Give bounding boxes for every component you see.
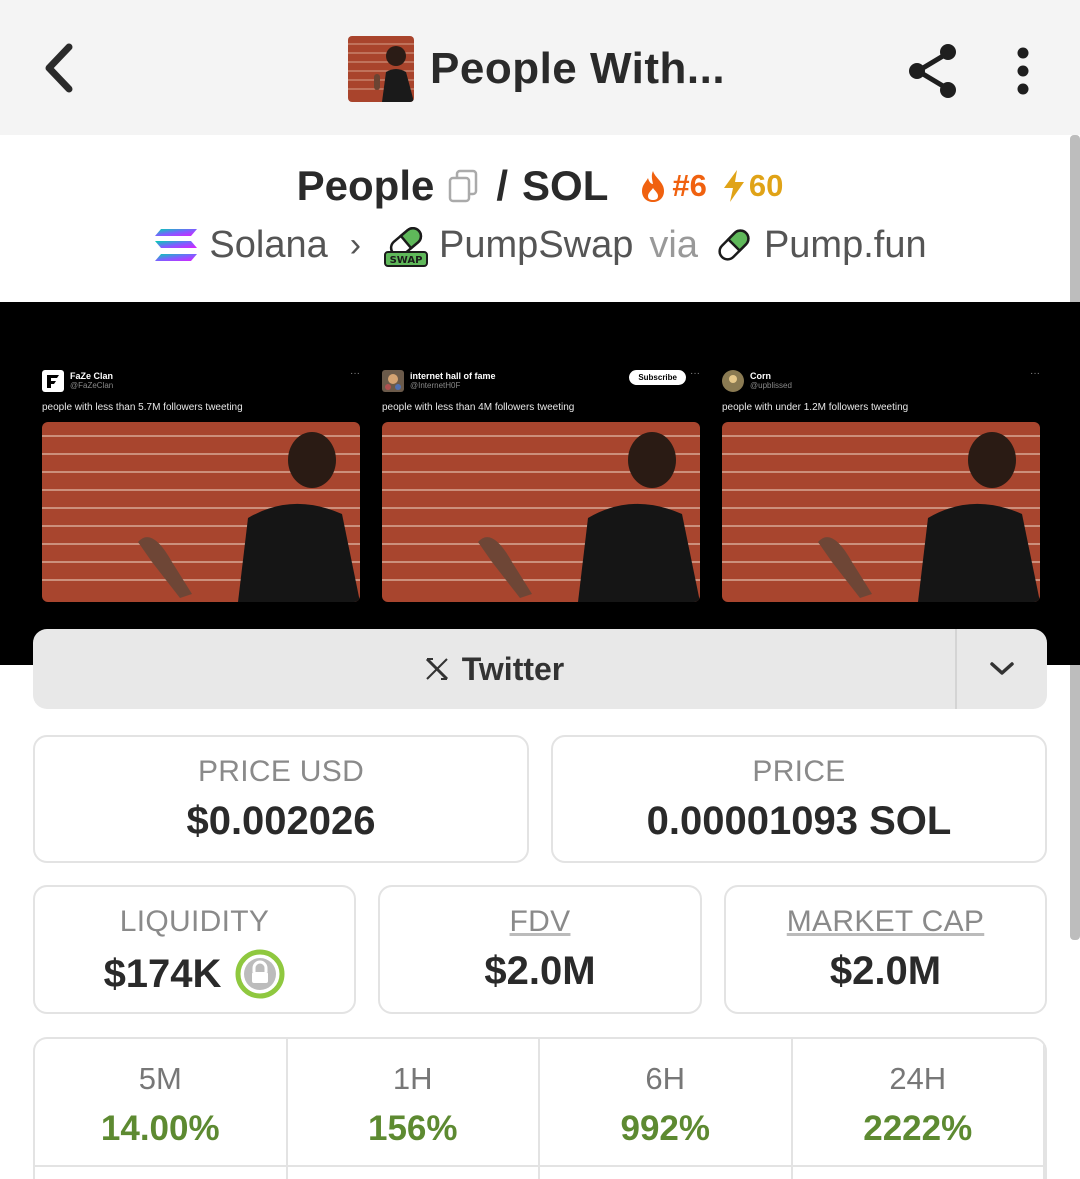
back-button[interactable]: [28, 38, 88, 98]
token-avatar: [348, 36, 414, 102]
price-usd-value: $0.002026: [186, 799, 376, 843]
price-change-value: 2222%: [863, 1109, 973, 1148]
fdv-value: $2.0M: [484, 949, 596, 993]
swap-badge-text: SWAP: [390, 255, 423, 266]
price-change-value: 156%: [367, 1109, 458, 1148]
tweet-handle: @InternetH0F: [410, 381, 461, 390]
divider: [35, 1165, 1045, 1167]
flame-icon: [642, 171, 665, 202]
share-icon: [909, 44, 956, 98]
pill-icon: [718, 229, 750, 261]
lightning-icon: [723, 170, 744, 202]
more-options-button[interactable]: [1000, 40, 1046, 102]
market-cap-card[interactable]: MARKET CAP $2.0M: [724, 885, 1047, 1014]
market-cap-value: $2.0M: [829, 949, 942, 993]
timeframe-label: 1H: [392, 1061, 433, 1096]
more-horizontal-icon: ···: [690, 368, 700, 379]
twitter-link-button[interactable]: Twitter: [33, 629, 955, 709]
tweet-handle: @upblissed: [750, 381, 792, 390]
dex-link[interactable]: PumpSwap: [439, 224, 633, 267]
tweet-card: internet hall of fame @InternetH0F Subsc…: [382, 368, 700, 602]
top-bar: People With...: [0, 0, 1080, 135]
tweet-text: people with less than 5.7M followers twe…: [42, 402, 243, 413]
tweet-card: Corn @upblissed ··· people with under 1.…: [722, 368, 1040, 602]
tweet-photo: [722, 422, 1040, 602]
tweet-text: people with less than 4M followers tweet…: [382, 402, 575, 413]
fdv-card[interactable]: FDV $2.0M: [378, 885, 702, 1014]
trending-rank: #6: [672, 168, 707, 203]
tweet-author: internet hall of fame: [410, 371, 496, 381]
quote-token-symbol: SOL: [522, 162, 609, 209]
pair-header: People / SOL #6 60: [0, 158, 1080, 214]
base-token-symbol: People: [296, 162, 435, 209]
price-native-value: 0.00001093 SOL: [646, 799, 952, 843]
price-label: PRICE: [752, 755, 846, 788]
liquidity-value-row: $174K: [35, 949, 354, 999]
liquidity-label: LIQUIDITY: [119, 905, 270, 938]
tweet-photo: [382, 422, 700, 602]
via-label: via: [649, 223, 698, 266]
price-native-card: PRICE 0.00001093 SOL: [551, 735, 1047, 863]
boost-badge[interactable]: 60: [721, 168, 783, 204]
price-change-value: 992%: [620, 1109, 711, 1148]
solana-logo-icon: [155, 229, 198, 261]
lock-icon[interactable]: [235, 949, 285, 999]
tab-5m[interactable]: 5M 14.00%: [35, 1039, 288, 1179]
market-cap-label: MARKET CAP: [786, 905, 985, 938]
price-usd-label: PRICE USD: [197, 755, 365, 788]
faze-logo-icon: [42, 370, 64, 392]
avatar-icon: [382, 370, 404, 392]
subscribe-button: Subscribe: [629, 370, 686, 385]
chain-breadcrumb: Solana › SWAP PumpSwap via Pump.fun: [0, 218, 1080, 272]
pumpswap-logo-icon: SWAP: [384, 226, 429, 267]
chevron-left-icon: [45, 43, 73, 93]
token-banner-image: FaZe Clan @FaZeClan ··· people with less…: [0, 302, 1080, 665]
avatar-icon: [722, 370, 744, 392]
copy-icon[interactable]: [448, 168, 482, 204]
launchpad-link[interactable]: Pump.fun: [764, 224, 927, 267]
price-change-value: 14.00%: [100, 1109, 220, 1148]
chevron-right-icon: ›: [349, 225, 362, 264]
share-button[interactable]: [902, 40, 964, 102]
timeframe-label: 5M: [138, 1061, 182, 1096]
tweet-photo: [42, 422, 360, 602]
chain-link[interactable]: Solana: [209, 224, 327, 267]
timeframe-label: 6H: [645, 1061, 686, 1096]
tweet-author: FaZe Clan: [70, 371, 114, 381]
liquidity-card: LIQUIDITY $174K: [33, 885, 356, 1014]
boost-count: 60: [748, 168, 784, 203]
tweet-author: Corn: [750, 371, 771, 381]
social-dropdown-button[interactable]: [955, 629, 1047, 709]
more-vertical-icon: [1017, 47, 1029, 95]
more-horizontal-icon: ···: [350, 368, 360, 379]
tweet-card: FaZe Clan @FaZeClan ··· people with less…: [42, 368, 360, 602]
tweet-handle: @FaZeClan: [70, 381, 114, 390]
more-horizontal-icon: ···: [1030, 368, 1040, 379]
page-title: People With...: [430, 44, 726, 93]
twitter-label: Twitter: [461, 650, 565, 687]
trending-rank-badge[interactable]: #6: [638, 168, 707, 204]
price-usd-card: PRICE USD $0.002026: [33, 735, 529, 863]
tab-24h[interactable]: 24H 2222%: [793, 1039, 1045, 1179]
price-change-tabs: 5M 14.00% 1H 156% 6H 992% 24H 2222%: [33, 1037, 1047, 1179]
timeframe-label: 24H: [889, 1061, 947, 1096]
title-group: People With...: [348, 36, 725, 102]
x-logo-icon: [425, 657, 448, 681]
social-links-bar: Twitter: [33, 629, 1047, 709]
tweet-text: people with under 1.2M followers tweetin…: [722, 402, 909, 413]
pair-separator: /: [496, 162, 509, 209]
fdv-label: FDV: [509, 905, 571, 938]
chevron-down-icon: [990, 662, 1014, 675]
tab-6h[interactable]: 6H 992%: [540, 1039, 793, 1179]
tab-1h[interactable]: 1H 156%: [288, 1039, 540, 1179]
liquidity-value: $174K: [103, 951, 222, 996]
